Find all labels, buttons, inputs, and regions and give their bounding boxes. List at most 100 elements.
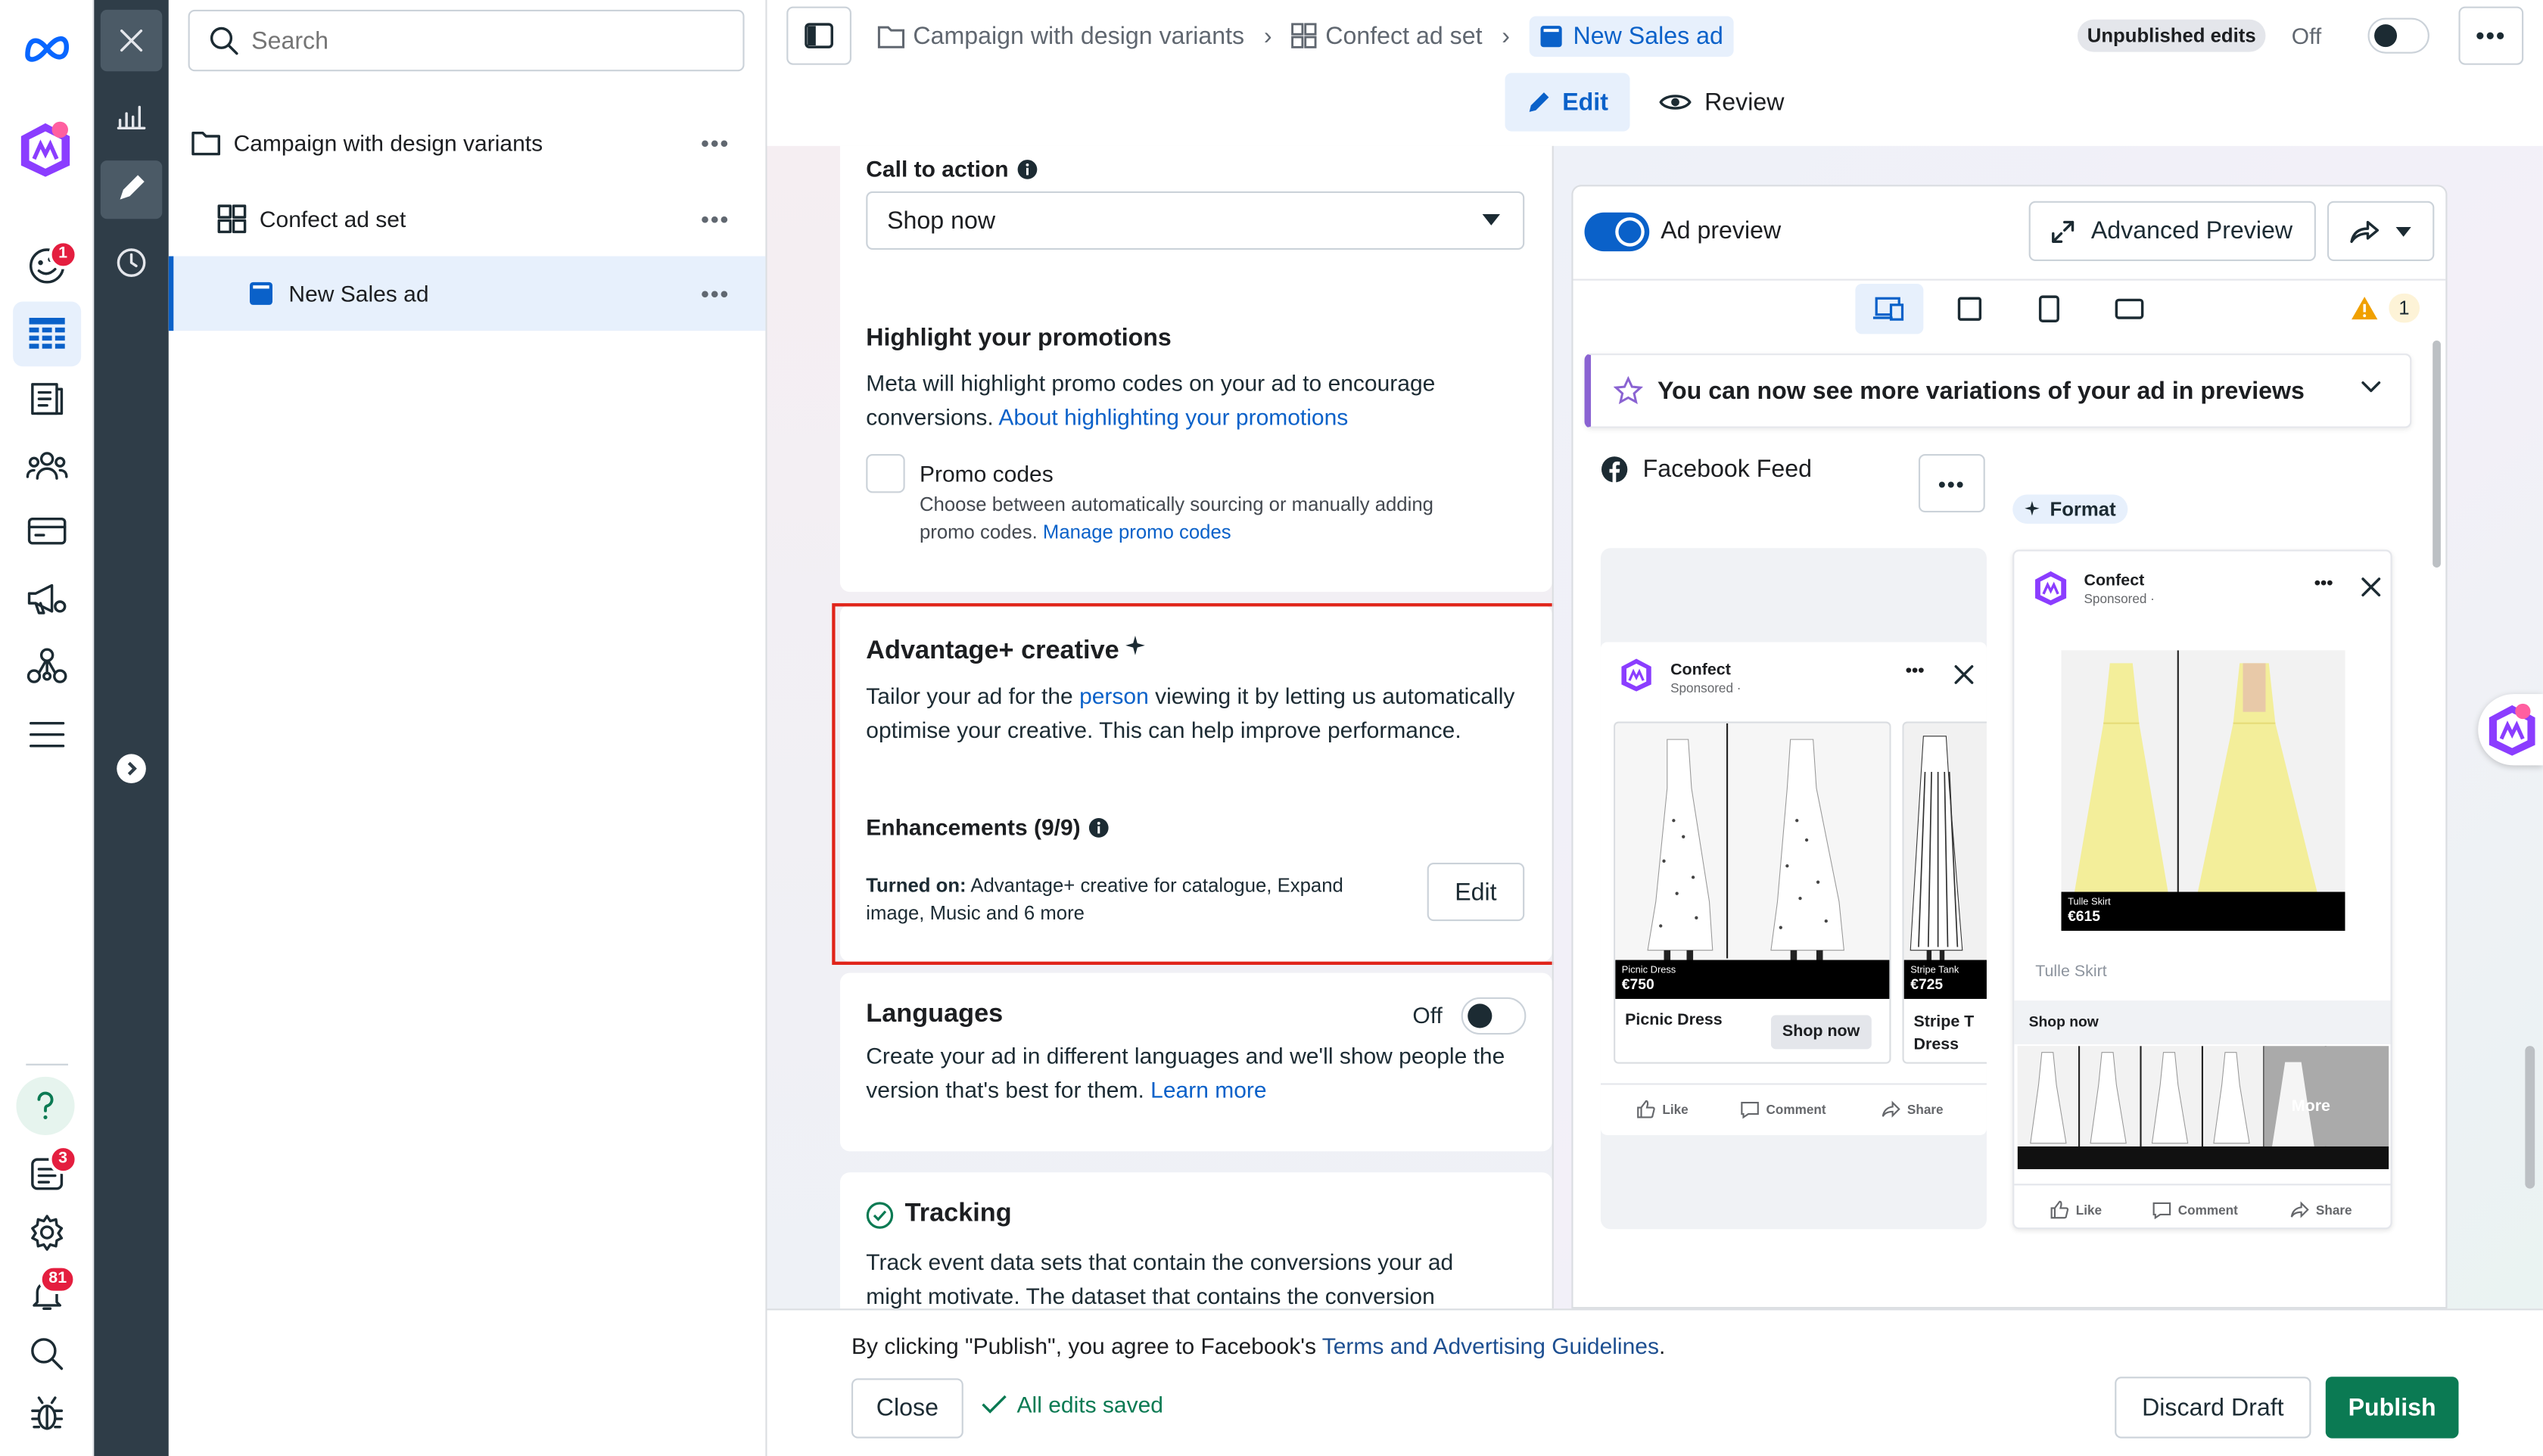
variations-banner[interactable]: You can now see more variations of your … bbox=[1584, 353, 2412, 428]
carousel-card[interactable]: Picnic Dress €750 Picnic Dress Shop now bbox=[1614, 721, 1891, 1064]
meta-logo-icon[interactable] bbox=[21, 30, 73, 65]
share-icon bbox=[1882, 1100, 1901, 1119]
tree-item-campaign[interactable]: Campaign with design variants ••• bbox=[169, 105, 766, 180]
promo-codes-checkbox[interactable] bbox=[866, 453, 905, 493]
shop-now-button[interactable]: Shop now bbox=[1770, 1015, 1872, 1050]
cta-card: Call to action Shop now Highlight your p… bbox=[839, 145, 1552, 593]
catalogue-strip: More bbox=[2017, 1046, 2389, 1169]
publish-toggle[interactable] bbox=[2367, 17, 2429, 54]
more-options-icon[interactable]: ••• bbox=[701, 129, 730, 155]
ads-manager-nav-item[interactable] bbox=[13, 301, 82, 367]
facebook-icon bbox=[1601, 456, 1628, 484]
publish-button[interactable]: Publish bbox=[2325, 1377, 2459, 1439]
languages-toggle[interactable] bbox=[1461, 997, 1527, 1035]
warning-icon[interactable] bbox=[2350, 295, 2380, 321]
format-chip-label: Format bbox=[2050, 497, 2116, 521]
audiences-icon[interactable] bbox=[26, 447, 68, 483]
more-options-icon[interactable]: ••• bbox=[701, 281, 730, 306]
preview-scrollbar[interactable] bbox=[2433, 340, 2441, 568]
person-link[interactable]: person bbox=[1079, 683, 1149, 708]
search-input[interactable] bbox=[251, 26, 706, 54]
info-icon[interactable] bbox=[1088, 817, 1110, 838]
tree-item-adset[interactable]: Confect ad set ••• bbox=[169, 182, 766, 257]
pages-icon[interactable] bbox=[27, 379, 66, 418]
ad-close-icon[interactable] bbox=[2361, 577, 2381, 597]
settings-gear-icon[interactable] bbox=[27, 1213, 66, 1252]
share-icon bbox=[2290, 1200, 2310, 1220]
breadcrumb-campaign[interactable]: Campaign with design variants bbox=[913, 22, 1244, 49]
events-manager-icon[interactable] bbox=[26, 646, 68, 688]
ad-more-icon[interactable]: ••• bbox=[1906, 661, 1925, 681]
info-icon[interactable] bbox=[1016, 158, 1038, 179]
share-button[interactable]: Share bbox=[1882, 1100, 1944, 1119]
publish-notice: By clicking "Publish", you agree to Face… bbox=[851, 1333, 1665, 1358]
all-tools-menu-icon[interactable] bbox=[29, 720, 65, 749]
close-button[interactable]: Close bbox=[851, 1378, 963, 1439]
alerts-badge: 81 bbox=[39, 1265, 76, 1294]
search-box[interactable] bbox=[188, 9, 745, 72]
device-mobile-icon[interactable] bbox=[2038, 295, 2059, 322]
history-clock-icon[interactable] bbox=[115, 247, 148, 279]
discard-draft-button[interactable]: Discard Draft bbox=[2115, 1377, 2311, 1439]
report-bug-icon[interactable] bbox=[27, 1395, 66, 1433]
top-header: Campaign with design variants › Confect … bbox=[767, 0, 2543, 146]
cta-dropdown[interactable]: Shop now bbox=[866, 191, 1525, 250]
comment-button[interactable]: Comment bbox=[1740, 1100, 1826, 1119]
more-overlay-label[interactable]: More bbox=[2292, 1098, 2330, 1116]
search-icon[interactable] bbox=[30, 1336, 65, 1372]
ad-preview-toggle[interactable] bbox=[1584, 212, 1650, 252]
campaigns-megaphone-icon[interactable] bbox=[26, 579, 68, 618]
share-preview-button[interactable] bbox=[2327, 201, 2435, 261]
ad-more-icon[interactable]: ••• bbox=[2314, 574, 2333, 594]
floating-confect-icon[interactable] bbox=[2478, 694, 2543, 766]
billing-icon[interactable] bbox=[27, 515, 67, 548]
tab-edit[interactable]: Edit bbox=[1505, 73, 1630, 132]
expand-chevron-button[interactable] bbox=[117, 754, 146, 783]
caret-down-icon bbox=[1482, 213, 1501, 226]
ad-preview-label: Ad preview bbox=[1661, 217, 1782, 245]
carousel-card[interactable]: Stripe Tank €725 Stripe T Dress bbox=[1902, 721, 1987, 1064]
placement-options-button[interactable]: ••• bbox=[1918, 453, 1985, 513]
like-label: Like bbox=[2075, 1202, 2103, 1218]
confect-app-icon[interactable] bbox=[18, 120, 73, 179]
enhancements-edit-button[interactable]: Edit bbox=[1427, 862, 1525, 922]
comment-label: Comment bbox=[2177, 1202, 2238, 1218]
learn-more-link[interactable]: Learn more bbox=[1150, 1076, 1266, 1102]
more-menu-button[interactable]: ••• bbox=[2458, 6, 2524, 65]
tab-review[interactable]: Review bbox=[1659, 73, 1784, 131]
chevron-right-icon: › bbox=[1502, 21, 1510, 50]
price-tag-value: €750 bbox=[1621, 975, 1654, 993]
price-tag: Tulle Skirt €615 bbox=[2061, 891, 2345, 931]
breadcrumb-ad[interactable]: New Sales ad bbox=[1529, 15, 1733, 56]
sponsored-label: Sponsored · bbox=[2084, 592, 2155, 607]
price-tag-value: €725 bbox=[1910, 975, 1944, 993]
ad-close-icon[interactable] bbox=[1954, 664, 1974, 685]
format-chip[interactable]: Format bbox=[2012, 494, 2127, 524]
page-scrollbar[interactable] bbox=[2525, 1046, 2535, 1189]
advanced-preview-button[interactable]: Advanced Preview bbox=[2028, 201, 2316, 261]
toggle-sidebar-button[interactable] bbox=[786, 6, 851, 65]
terms-link[interactable]: Terms and Advertising Guidelines bbox=[1322, 1333, 1659, 1358]
advanced-preview-label: Advanced Preview bbox=[2090, 217, 2293, 245]
tree-item-ad[interactable]: New Sales ad ••• bbox=[168, 256, 766, 331]
edit-pencil-button[interactable] bbox=[100, 160, 163, 219]
shop-now-cta-bar[interactable]: Shop now bbox=[2014, 1000, 2391, 1044]
sparkle-icon bbox=[1125, 635, 1145, 655]
device-square-icon[interactable] bbox=[1957, 297, 1982, 321]
share-button[interactable]: Share bbox=[2290, 1200, 2352, 1220]
turned-on-label: Turned on: bbox=[866, 873, 966, 897]
promotions-help-link[interactable]: About highlighting your promotions bbox=[998, 403, 1348, 428]
comment-button[interactable]: Comment bbox=[2152, 1200, 2238, 1220]
cta-selected-value: Shop now bbox=[887, 207, 996, 235]
device-all-button[interactable] bbox=[1855, 283, 1924, 334]
manage-promo-codes-link[interactable]: Manage promo codes bbox=[1043, 521, 1231, 543]
close-panel-button[interactable] bbox=[100, 9, 163, 72]
device-landscape-icon[interactable] bbox=[2115, 298, 2144, 319]
more-options-icon[interactable]: ••• bbox=[701, 206, 730, 232]
overview-chart-icon[interactable] bbox=[117, 101, 146, 130]
ad-icon bbox=[1539, 23, 1564, 48]
like-button[interactable]: Like bbox=[2050, 1200, 2102, 1220]
breadcrumb-adset[interactable]: Confect ad set bbox=[1325, 22, 1482, 49]
like-button[interactable]: Like bbox=[1636, 1100, 1689, 1119]
help-icon[interactable] bbox=[16, 1076, 75, 1135]
